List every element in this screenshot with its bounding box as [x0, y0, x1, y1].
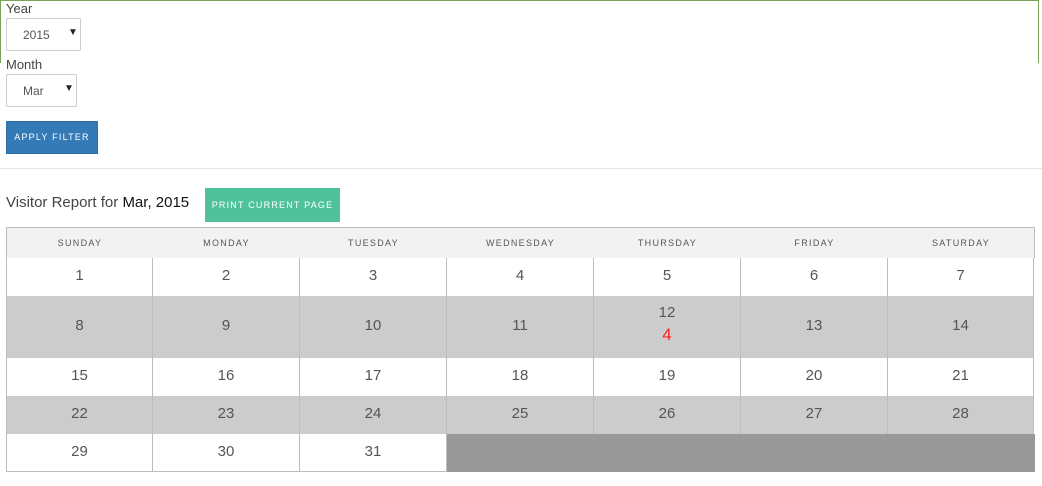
calendar-day-cell: 24 — [300, 396, 447, 434]
calendar-week-row: 15 16 17 18 19 20 21 — [7, 358, 1034, 396]
calendar-header-edge — [1034, 227, 1035, 258]
weekday-header-sunday: SUNDAY — [57, 238, 103, 248]
chevron-down-icon: ▼ — [64, 83, 74, 94]
calendar-day-cell: 22 — [7, 396, 153, 434]
calendar-day-cell: 6 — [741, 258, 888, 296]
calendar-day-cell: 20 — [741, 358, 888, 396]
day-number: 17 — [364, 367, 382, 384]
day-number: 1 — [75, 267, 84, 284]
calendar-week-row: 8 9 10 11 12 4 13 14 — [7, 296, 1034, 358]
section-divider — [0, 168, 1042, 169]
visitor-report-page: Year 2015 ▼ Month Mar ▼ APPLY FILTER Vis… — [0, 0, 1042, 486]
calendar-day-cell: 16 — [153, 358, 300, 396]
month-select-value: Mar — [23, 84, 44, 98]
calendar-day-cell: 5 — [594, 258, 741, 296]
day-number: 25 — [511, 405, 529, 422]
calendar-day-cell: 23 — [153, 396, 300, 434]
day-number: 10 — [364, 317, 382, 334]
filter-panel-border — [0, 0, 1039, 63]
calendar-day-cell: 30 — [153, 434, 300, 471]
day-number: 3 — [368, 267, 378, 284]
day-number: 26 — [658, 405, 676, 422]
weekday-header-saturday: SATURDAY — [931, 238, 991, 248]
day-number: 7 — [956, 267, 965, 284]
day-number: 28 — [952, 405, 969, 422]
month-select[interactable]: Mar ▼ — [6, 74, 77, 107]
weekday-header-wednesday: WEDNESDAY — [485, 238, 556, 248]
day-number: 20 — [805, 367, 823, 384]
day-number: 13 — [805, 317, 823, 334]
day-number: 14 — [952, 317, 969, 334]
weekday-header-monday: MONDAY — [203, 238, 250, 248]
visitor-calendar: SUNDAY MONDAY TUESDAY WEDNESDAY THURSDAY FRID… — [6, 227, 1035, 472]
day-number: 18 — [511, 367, 529, 384]
calendar-day-cell: 26 — [594, 396, 741, 434]
weekday-header-thursday: THURSDAY — [637, 238, 698, 248]
day-number: 11 — [512, 317, 528, 334]
calendar-week-row: 1 2 3 4 5 6 7 — [7, 258, 1034, 296]
calendar-day-cell: 8 — [7, 296, 153, 358]
calendar-day-cell: 28 — [888, 396, 1034, 434]
calendar-weekday-header: SUNDAY MONDAY TUESDAY WEDNESDAY THURSDAY FRID… — [7, 227, 1034, 258]
day-number: 22 — [71, 405, 88, 422]
day-number: 6 — [809, 267, 819, 284]
visitor-count[interactable]: 4 — [594, 325, 740, 345]
calendar-day-cell: 1 — [7, 258, 153, 296]
calendar-day-cell: 17 — [300, 358, 447, 396]
day-number: 21 — [952, 367, 969, 384]
calendar-day-cell: 21 — [888, 358, 1034, 396]
calendar-day-cell: 31 — [300, 434, 447, 471]
chevron-down-icon: ▼ — [68, 27, 78, 38]
day-number: 4 — [515, 267, 525, 284]
day-number: 12 — [658, 304, 676, 321]
day-number: 9 — [221, 317, 231, 334]
calendar-day-cell: 9 — [153, 296, 300, 358]
calendar-day-cell: 2 — [153, 258, 300, 296]
calendar-empty-days — [447, 434, 1035, 472]
day-number: 24 — [364, 405, 382, 422]
print-current-page-button[interactable]: PRINT CURRENT PAGE — [205, 188, 340, 222]
weekday-header-tuesday: TUESDAY — [348, 238, 399, 248]
day-number: 2 — [221, 267, 231, 284]
weekday-header-friday: FRIDAY — [794, 238, 835, 248]
calendar-day-cell: 12 4 — [594, 296, 741, 358]
calendar-day-cell: 19 — [594, 358, 741, 396]
calendar-day-cell: 27 — [741, 396, 888, 434]
year-select[interactable]: 2015 ▼ — [6, 18, 81, 51]
calendar-day-cell: 14 — [888, 296, 1034, 358]
day-number: 8 — [75, 317, 84, 334]
apply-filter-button[interactable]: APPLY FILTER — [6, 121, 98, 154]
calendar-week-row: 22 23 24 25 26 27 28 — [7, 396, 1034, 434]
calendar-week-row: 29 30 31 — [7, 434, 1035, 472]
report-title: Visitor Report for Mar, 2015 — [6, 194, 189, 211]
day-number: 15 — [71, 367, 88, 384]
day-number: 27 — [805, 405, 823, 422]
day-number: 23 — [217, 405, 235, 422]
day-number: 19 — [658, 367, 676, 384]
calendar-day-cell: 29 — [7, 434, 153, 471]
day-number: 29 — [71, 443, 88, 460]
year-select-value: 2015 — [23, 28, 50, 42]
report-title-period: Mar, 2015 — [122, 194, 190, 211]
day-number: 31 — [364, 443, 382, 460]
day-number: 30 — [217, 443, 235, 460]
calendar-day-cell: 18 — [447, 358, 594, 396]
calendar-day-cell: 4 — [447, 258, 594, 296]
calendar-day-cell: 13 — [741, 296, 888, 358]
calendar-day-cell: 3 — [300, 258, 447, 296]
year-label: Year — [6, 1, 33, 16]
calendar-day-cell: 15 — [7, 358, 153, 396]
day-number: 16 — [217, 367, 235, 384]
calendar-day-cell: 25 — [447, 396, 594, 434]
calendar-day-cell: 7 — [888, 258, 1034, 296]
month-label: Month — [6, 57, 43, 72]
report-title-prefix: Visitor Report for — [6, 194, 119, 211]
day-number: 5 — [662, 267, 672, 284]
calendar-day-cell: 11 — [447, 296, 594, 358]
calendar-day-cell: 10 — [300, 296, 447, 358]
